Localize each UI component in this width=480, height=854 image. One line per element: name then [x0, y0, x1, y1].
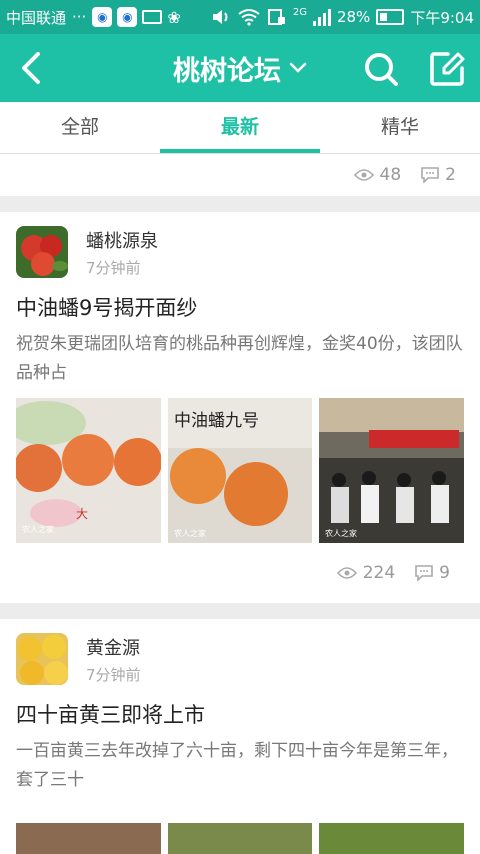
notification-app-icon: ◉	[92, 7, 113, 27]
sim-icon	[267, 9, 285, 25]
svg-text:农人之家: 农人之家	[22, 524, 54, 534]
battery-icon	[376, 9, 405, 25]
back-button[interactable]	[12, 48, 52, 88]
edit-icon	[430, 52, 465, 86]
post-title[interactable]: 中油蟠9号揭开面纱	[16, 292, 464, 322]
post-time: 7分钟前	[86, 665, 141, 684]
author-name[interactable]: 黄金源	[86, 634, 141, 660]
compose-button[interactable]	[428, 50, 466, 88]
more-dots: ···	[72, 8, 87, 26]
post-time: 7分钟前	[86, 258, 141, 277]
author-name[interactable]: 蟠桃源泉	[86, 227, 158, 253]
post-feed[interactable]: 48 2 蟠桃源泉 7分钟前 中油蟠9号揭开面纱 祝贺朱更瑞团队培育的桃品种再创…	[0, 154, 480, 854]
post-card[interactable]: 黄金源 7分钟前 四十亩黄三即将上市 一百亩黄三去年改掉了六十亩，剩下四十亩今年…	[0, 619, 480, 854]
svg-text:大: 大	[76, 507, 88, 521]
post-images	[16, 823, 465, 854]
previous-post-footer: 48 2	[0, 154, 480, 196]
post-image[interactable]	[319, 823, 465, 854]
comment-count-value: 2	[445, 165, 456, 185]
avatar[interactable]	[16, 226, 68, 278]
post-image[interactable]	[16, 823, 161, 854]
app-leaf-icon: ❀	[167, 7, 181, 27]
volume-icon	[212, 10, 228, 24]
svg-text:中油蟠九号: 中油蟠九号	[174, 411, 259, 431]
comment-icon	[421, 167, 439, 183]
signal-icon	[312, 8, 331, 26]
wifi-icon	[238, 9, 260, 26]
svg-text:农人之家: 农人之家	[325, 528, 357, 538]
tab-latest[interactable]: 最新	[160, 102, 320, 153]
post-card[interactable]: 蟠桃源泉 7分钟前 中油蟠9号揭开面纱 祝贺朱更瑞团队培育的桃品种再创辉煌，金奖…	[0, 212, 480, 603]
comment-count-value: 9	[439, 563, 450, 583]
tab-bar: 全部 最新 精华	[0, 102, 480, 154]
page-title: 桃树论坛	[173, 55, 281, 87]
eye-icon	[336, 567, 357, 579]
status-bar: 中国联通 ··· ◉ ◉ ❀ 2G 28% 下午9:04	[0, 0, 480, 34]
clock: 下午9:04	[410, 8, 474, 27]
eye-icon	[353, 169, 374, 181]
avatar[interactable]	[16, 633, 68, 685]
view-count: 224	[336, 563, 396, 583]
chevron-left-icon	[22, 52, 40, 84]
app-header: 桃树论坛	[0, 34, 480, 102]
post-excerpt[interactable]: 祝贺朱更瑞团队培育的桃品种再创辉煌，金奖40份，该团队品种占	[16, 330, 464, 388]
chevron-down-icon	[289, 62, 307, 73]
post-images: 大农人之家 中油蟠九号农人之家 农人之家	[16, 398, 465, 543]
view-count: 48	[353, 165, 402, 185]
view-count-value: 224	[362, 563, 396, 583]
search-button[interactable]	[362, 50, 400, 88]
view-count-value: 48	[379, 165, 402, 185]
carrier-label: 中国联通	[6, 8, 67, 27]
battery-percent: 28%	[336, 8, 371, 26]
post-title[interactable]: 四十亩黄三即将上市	[16, 699, 464, 729]
comment-icon	[415, 565, 433, 581]
comment-count: 9	[415, 563, 450, 583]
network-type: 2G	[292, 6, 307, 18]
post-excerpt[interactable]: 一百亩黄三去年改掉了六十亩，剩下四十亩今年是第三年，套了三十	[16, 737, 464, 795]
comment-count: 2	[421, 165, 456, 185]
tab-all[interactable]: 全部	[0, 102, 160, 153]
svg-text:农人之家: 农人之家	[174, 528, 206, 538]
forum-selector[interactable]: 桃树论坛	[140, 34, 340, 102]
search-icon	[365, 53, 398, 86]
post-image[interactable]	[167, 823, 313, 854]
tab-featured[interactable]: 精华	[320, 102, 480, 153]
keyboard-icon	[142, 10, 163, 24]
post-image[interactable]: 大农人之家	[16, 398, 161, 543]
notification-app-icon-2: ◉	[117, 7, 138, 27]
post-image[interactable]: 农人之家	[319, 398, 465, 543]
post-image[interactable]: 中油蟠九号 农人之家	[167, 398, 313, 543]
